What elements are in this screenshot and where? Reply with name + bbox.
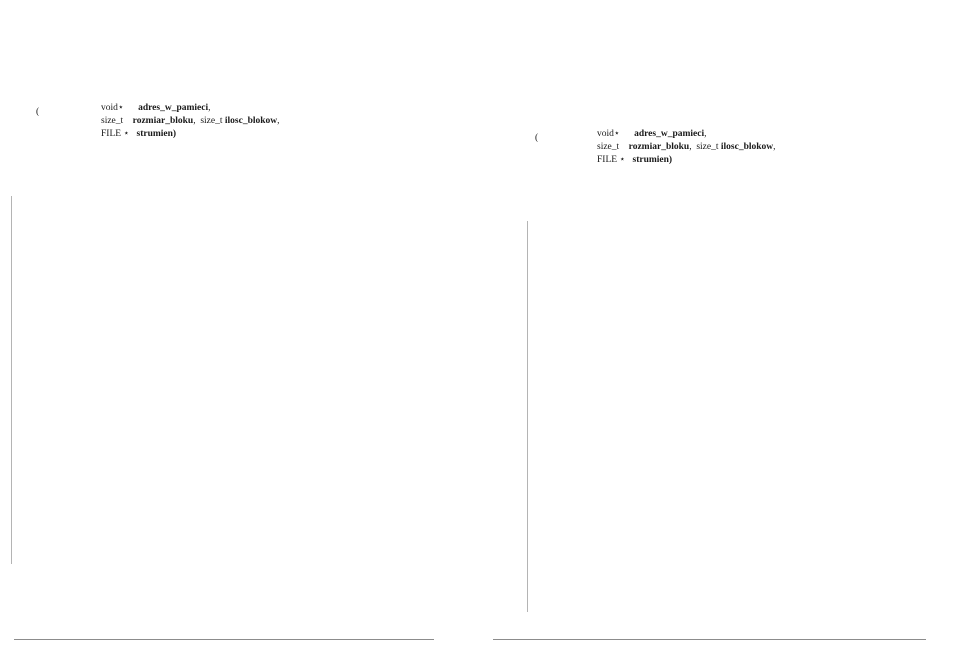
prototype-fgetc: [535, 33, 593, 47]
footer-rule-right: [493, 639, 926, 640]
np-example-line: [105, 613, 125, 623]
section-heading-2: [18, 6, 34, 16]
fread-param-2: size_t rozmiar_bloku, size_t ilosc_bloko…: [597, 142, 776, 152]
prototype-fputc: [36, 26, 44, 40]
fwrite-param-3: FILE ⋆ strumien): [101, 129, 177, 139]
fread-open-paren: (: [535, 133, 539, 143]
prototype-fputs: [36, 47, 70, 61]
fwrite-param-1: void⋆ adres_w_pamieci,: [101, 103, 211, 113]
fwrite-param-2: size_t rozmiar_bloku, size_t ilosc_bloko…: [101, 116, 280, 126]
footer-rule-left: [14, 639, 434, 640]
fwrite-open-paren: (: [36, 107, 40, 117]
page-left: ( void⋆ adres_w_pamieci, size_t rozmiar_…: [0, 0, 480, 660]
fread-param-3: FILE ⋆ strumien): [597, 155, 673, 165]
code-block-rule-right: [527, 221, 528, 612]
section-heading-3: [510, 8, 526, 18]
page-right: ( void⋆ adres_w_pamieci, size_t rozmiar_…: [480, 0, 960, 660]
fread-param-1: void⋆ adres_w_pamieci,: [597, 129, 707, 139]
code-block-rule-left: [11, 196, 12, 564]
prototype-fread: (: [535, 130, 538, 144]
prototype-fwrite: (: [36, 104, 39, 118]
